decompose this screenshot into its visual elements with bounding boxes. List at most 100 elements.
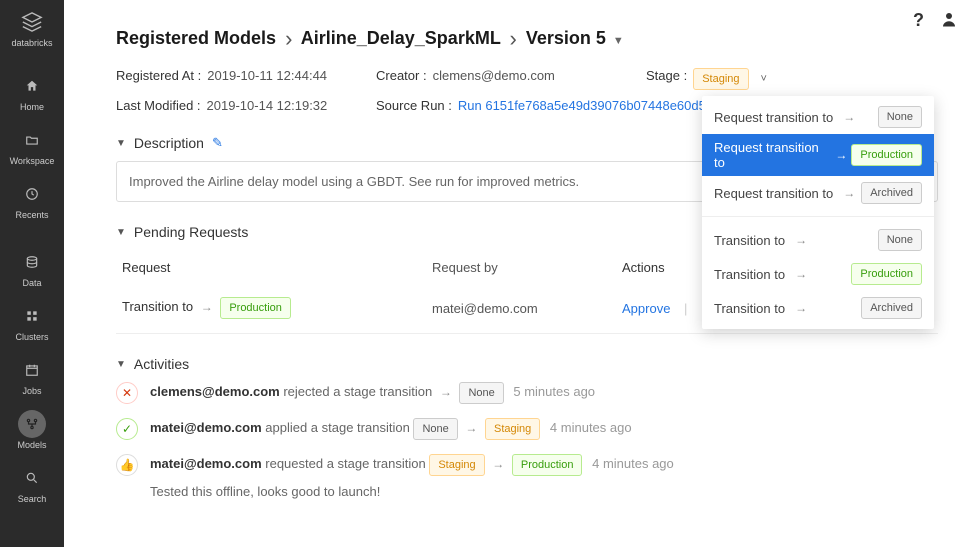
arrow-right-icon: → — [843, 186, 855, 200]
chevron-right-icon: › — [285, 26, 292, 51]
sidebar-item-data[interactable]: Data — [0, 242, 64, 296]
arrow-right-icon: → — [440, 385, 452, 399]
dropdown-item-transition-production[interactable]: Transition to → Production — [702, 257, 934, 291]
check-icon: ✓ — [116, 418, 138, 440]
sidebar-item-label: Search — [18, 494, 47, 504]
activity-item: ✓ matei@demo.com applied a stage transit… — [116, 418, 938, 440]
stage-chip: Archived — [861, 182, 922, 204]
home-icon — [18, 72, 46, 100]
dd-label: Request transition to — [714, 140, 825, 170]
dropdown-item-request-archived[interactable]: Request transition to → Archived — [702, 176, 934, 210]
sidebar-item-label: Data — [22, 278, 41, 288]
stage-chip: None — [459, 382, 503, 404]
stage-chip[interactable]: Staging — [693, 68, 748, 90]
arrow-right-icon: → — [795, 301, 807, 315]
chevron-down-icon[interactable]: ˅ — [761, 73, 767, 85]
section-title: Pending Requests — [134, 224, 248, 240]
stage-label: Stage : — [646, 68, 687, 90]
pending-by: matei@demo.com — [432, 301, 622, 316]
dropdown-item-transition-archived[interactable]: Transition to→ Archived — [702, 291, 934, 325]
stage-chip: Staging — [485, 418, 540, 440]
modified-label: Last Modified : — [116, 98, 201, 113]
arrow-right-icon: → — [201, 300, 213, 314]
arrow-right-icon: → — [835, 148, 847, 162]
activity-text: rejected a stage transition — [280, 384, 436, 399]
sidebar-item-label: Jobs — [22, 386, 41, 396]
activity-user: clemens@demo.com — [150, 384, 280, 399]
source-run-link[interactable]: Run 6151fe768a5e49d39076b07448e60d57 — [458, 98, 713, 113]
creator-value: clemens@demo.com — [433, 68, 555, 90]
sidebar-item-jobs[interactable]: Jobs — [0, 350, 64, 404]
dd-label: Transition to — [714, 301, 785, 316]
dd-label: Transition to — [714, 233, 785, 248]
sidebar-item-label: Home — [20, 102, 44, 112]
activity-user: matei@demo.com — [150, 420, 262, 435]
thumbs-up-icon: 👍 — [116, 454, 138, 476]
source-run-label: Source Run : — [376, 98, 452, 113]
stage-chip: Production — [851, 263, 922, 285]
sidebar-item-label: Models — [17, 440, 46, 450]
dd-label: Request transition to — [714, 186, 833, 201]
arrow-right-icon: → — [795, 267, 807, 281]
sidebar-item-search[interactable]: Search — [0, 458, 64, 512]
sidebar-item-clusters[interactable]: Clusters — [0, 296, 64, 350]
database-icon — [18, 248, 46, 276]
clock-icon — [18, 180, 46, 208]
stage-dropdown: Request transition to → None Request tran… — [702, 96, 934, 329]
pending-text: Transition to — [122, 299, 193, 314]
folder-icon — [18, 126, 46, 154]
activity-item: ✕ clemens@demo.com rejected a stage tran… — [116, 382, 938, 404]
edit-icon[interactable]: ✎ — [212, 135, 223, 151]
dropdown-item-request-production[interactable]: Request transition to → Production — [702, 134, 934, 176]
dropdown-divider — [702, 216, 934, 217]
activities-list: ✕ clemens@demo.com rejected a stage tran… — [116, 382, 938, 502]
sidebar-item-workspace[interactable]: Workspace — [0, 120, 64, 174]
stage-chip: Production — [220, 297, 291, 319]
chevron-right-icon: › — [510, 26, 517, 51]
dd-label: Request transition to — [714, 110, 833, 125]
dropdown-item-request-none[interactable]: Request transition to→ None — [702, 100, 934, 134]
search-icon — [18, 464, 46, 492]
breadcrumb: Registered Models › Airline_Delay_SparkM… — [116, 24, 938, 50]
arrow-right-icon: → — [795, 233, 807, 247]
sidebar-item-label: Workspace — [10, 156, 55, 166]
collapse-icon: ▼ — [116, 359, 126, 370]
activity-time: 4 minutes ago — [550, 420, 632, 435]
stage-chip: None — [878, 229, 922, 251]
divider: | — [684, 301, 687, 316]
models-icon — [18, 410, 46, 438]
activity-item: 👍 matei@demo.com requested a stage trans… — [116, 454, 938, 502]
sidebar-item-label: Recents — [15, 210, 48, 220]
activity-user: matei@demo.com — [150, 456, 262, 471]
sidebar-item-label: Clusters — [15, 332, 48, 342]
modified-value: 2019-10-14 12:19:32 — [207, 98, 328, 113]
dropdown-item-transition-none[interactable]: Transition to → None — [702, 223, 934, 257]
registered-at-value: 2019-10-11 12:44:44 — [207, 68, 327, 90]
x-icon: ✕ — [116, 382, 138, 404]
breadcrumb-version[interactable]: Version 5 — [526, 28, 606, 48]
sidebar-item-models[interactable]: Models — [0, 404, 64, 458]
sidebar-item-home[interactable]: Home — [0, 66, 64, 120]
stage-chip: Production — [851, 144, 922, 166]
arrow-right-icon: → — [843, 110, 855, 124]
cluster-icon — [18, 302, 46, 330]
brand-label: databricks — [11, 38, 52, 48]
sidebar-item-recents[interactable]: Recents — [0, 174, 64, 228]
stage-chip: None — [413, 418, 457, 440]
activity-text: applied a stage transition — [262, 420, 414, 435]
approve-button[interactable]: Approve — [622, 301, 670, 316]
col-header-request: Request — [122, 260, 432, 275]
stage-chip: Production — [512, 454, 583, 476]
meta-row-1: Registered At : 2019-10-11 12:44:44 Crea… — [116, 68, 938, 90]
section-title: Description — [134, 135, 204, 151]
col-header-by: Request by — [432, 260, 622, 275]
registered-at-label: Registered At : — [116, 68, 201, 90]
breadcrumb-model[interactable]: Airline_Delay_SparkML — [301, 28, 501, 48]
chevron-down-icon[interactable]: ▼ — [613, 35, 624, 47]
calendar-icon — [18, 356, 46, 384]
collapse-icon: ▼ — [116, 227, 126, 238]
logo-icon — [18, 8, 46, 36]
breadcrumb-root[interactable]: Registered Models — [116, 28, 276, 48]
section-activities-header[interactable]: ▼ Activities — [116, 356, 938, 372]
dd-label: Transition to — [714, 267, 785, 282]
